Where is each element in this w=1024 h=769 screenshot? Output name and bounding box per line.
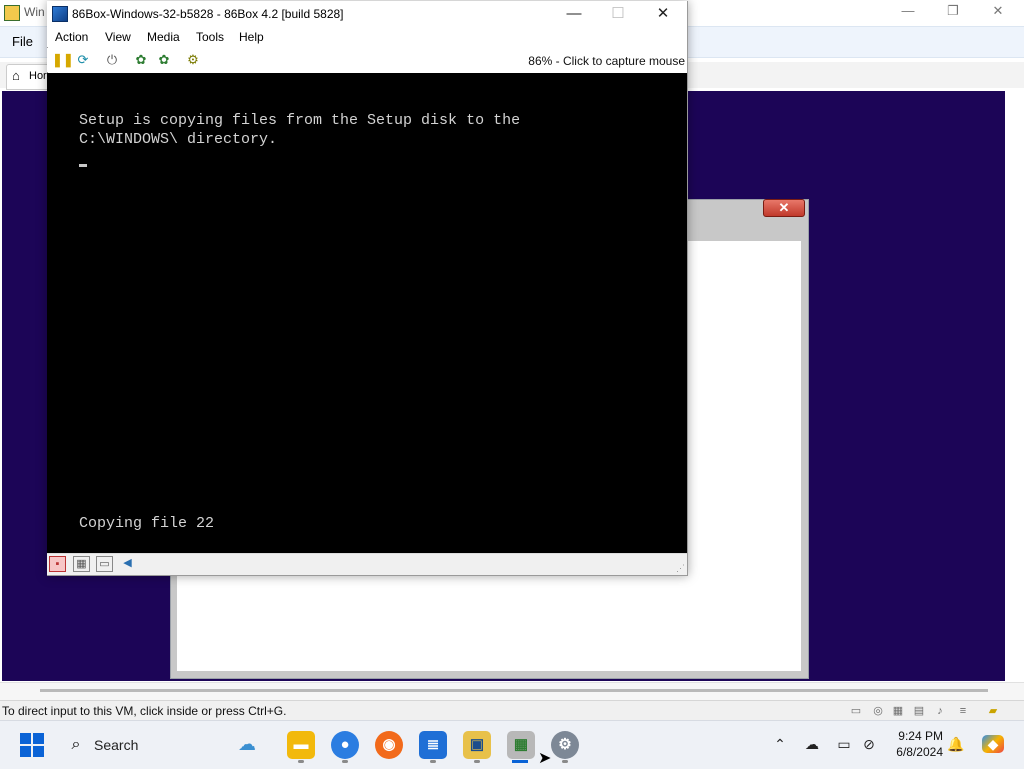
reset-icon[interactable]: ⟳: [75, 52, 91, 68]
86box-statusbar: [47, 553, 687, 575]
host-home-tab[interactable]: ⌂ Hor: [6, 64, 52, 90]
86box-close-button[interactable]: ✕: [643, 3, 683, 25]
mouse-pointer-icon: ➤: [538, 750, 552, 767]
settings-taskbar-icon[interactable]: ⚙: [551, 731, 579, 759]
onedrive-icon[interactable]: ☁: [803, 735, 821, 753]
menu-view[interactable]: View: [105, 30, 131, 44]
windows-logo-icon: [20, 733, 31, 744]
capture-status: 86% - Click to capture mouse: [528, 54, 685, 68]
sound-icon[interactable]: ◀: [120, 556, 135, 570]
dos-cursor: [79, 164, 87, 167]
audio-icon: ♪: [937, 705, 943, 717]
dos-text-line-2: C:\WINDOWS\ directory.: [79, 131, 278, 148]
vm-app-taskbar-icon[interactable]: ▣: [463, 731, 491, 759]
search-highlight-icon: ☁: [238, 734, 256, 754]
86box-window-title: 86Box-Windows-32-b5828 - 86Box 4.2 [buil…: [72, 7, 344, 21]
shared-folder-icon: ▦: [892, 705, 904, 717]
floppy-icon[interactable]: ▪: [49, 556, 66, 572]
86box-taskbar-icon[interactable]: ▦: [507, 731, 535, 759]
clock-date[interactable]: 6/8/2024: [891, 745, 943, 759]
menu-help[interactable]: Help: [239, 30, 264, 44]
disk-icon[interactable]: ▦: [73, 556, 90, 572]
host-window-title: Win: [24, 5, 45, 19]
firefox-icon[interactable]: ◉: [375, 731, 403, 759]
menu-media[interactable]: Media: [147, 30, 180, 44]
86box-maximize-button[interactable]: ☐: [598, 3, 638, 25]
host-minimize-button[interactable]: —: [893, 3, 923, 18]
home-icon: ⌂: [12, 68, 20, 83]
display-icon[interactable]: ▭: [835, 735, 853, 753]
search-icon: ⌕: [71, 736, 81, 753]
dos-progress-text: Copying file 22: [79, 515, 215, 532]
power-icon[interactable]: ⏻: [104, 52, 120, 68]
search-label: Search: [94, 737, 139, 753]
86box-icon: [52, 6, 68, 22]
vpn-icon[interactable]: ⊘: [860, 735, 878, 753]
running-indicator: [562, 760, 568, 763]
menu-tools[interactable]: Tools: [196, 30, 224, 44]
host-menu-file[interactable]: File: [12, 34, 33, 49]
pause-icon[interactable]: ❚❚: [52, 52, 74, 68]
start-button[interactable]: [17, 730, 47, 760]
86box-minimize-button[interactable]: —: [554, 3, 594, 25]
86box-menubar: [47, 27, 687, 47]
home-tab-label: Hor: [29, 70, 47, 82]
running-indicator: [298, 760, 304, 763]
file-explorer-icon[interactable]: ▬: [287, 731, 315, 759]
notification-bell-icon[interactable]: 🔔: [947, 735, 965, 753]
vm-app-icon: [4, 5, 20, 21]
ctrl-alt-esc-icon[interactable]: ✿: [156, 52, 172, 68]
host-maximize-button[interactable]: ❐: [938, 3, 968, 19]
network-icon[interactable]: ▭: [96, 556, 113, 572]
ctrl-alt-del-icon[interactable]: ✿: [133, 52, 149, 68]
running-indicator: [430, 760, 436, 763]
resize-grip[interactable]: ⋰: [676, 564, 685, 573]
notepad-icon[interactable]: ≣: [419, 731, 447, 759]
running-indicator: [342, 760, 348, 763]
hdd-activity-icon: ▭: [850, 705, 862, 717]
chrome-icon[interactable]: ●: [331, 731, 359, 759]
host-close-button[interactable]: ✕: [983, 3, 1013, 19]
usb-icon: ≡: [959, 705, 967, 717]
printer-icon: ▤: [913, 705, 925, 717]
chevron-up-icon[interactable]: ⌃: [771, 735, 789, 753]
menu-action[interactable]: Action: [55, 30, 88, 44]
dos-text-line-1: Setup is copying files from the Setup di…: [79, 112, 521, 129]
cd-drive-icon: ◎: [873, 705, 883, 717]
running-indicator: [474, 760, 480, 763]
host-status-text: To direct input to this VM, click inside…: [2, 704, 287, 718]
host-scrollbar-thumb[interactable]: [40, 689, 988, 692]
active-indicator: [512, 760, 528, 763]
clock-time[interactable]: 9:24 PM: [891, 729, 943, 743]
copilot-icon[interactable]: ◆: [982, 735, 1004, 753]
vm-dialog-close-button[interactable]: ✕: [763, 199, 805, 217]
notes-icon: ▰: [988, 705, 998, 717]
settings-icon[interactable]: ⚙: [185, 52, 201, 68]
